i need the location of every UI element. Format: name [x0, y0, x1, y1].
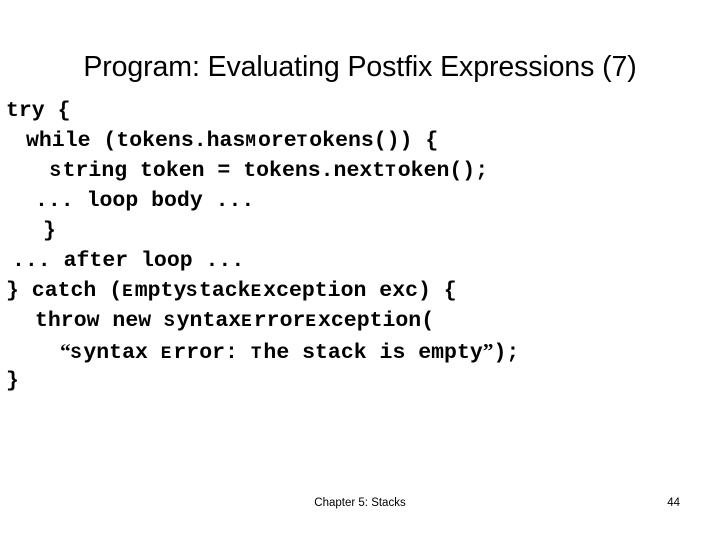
code-capital-run: T	[385, 162, 398, 182]
slide: Program: Evaluating Postfix Expressions …	[0, 0, 720, 540]
code-capital-run: E	[250, 282, 264, 302]
code-capital-run: S	[164, 312, 177, 332]
code-line: ... after loop ...	[12, 249, 245, 273]
code-capital-run: S	[186, 282, 199, 302]
code-block: try { while (tokens.hasMoreTokens()) { Str…	[0, 96, 720, 396]
code-quote-glyph: ”	[482, 339, 494, 363]
code-capital-run: S	[70, 344, 84, 364]
code-capital-run: E	[305, 312, 318, 332]
code-line: try {	[6, 99, 71, 123]
code-line: throw new SyntaxErrorException(	[35, 309, 435, 333]
page-title: Program: Evaluating Postfix Expressions …	[83, 51, 637, 83]
footer-page-number: 44	[667, 497, 680, 509]
code-quote-glyph: “	[60, 339, 71, 363]
code-capital-run: E	[241, 312, 254, 332]
code-capital-run: E	[122, 282, 135, 302]
code-line: String token = tokens.nextToken();	[50, 159, 489, 183]
code-line: } catch (EmptyStackException exc) {	[6, 279, 457, 303]
slide-footer: Chapter 5: Stacks 44	[0, 495, 720, 515]
code-capital-run: S	[50, 162, 63, 182]
code-line: “Syntax Error: The stack is empty”);	[60, 339, 520, 365]
code-capital-run: T	[250, 344, 264, 364]
footer-chapter-label: Chapter 5: Stacks	[314, 497, 406, 509]
code-line: while (tokens.hasMoreTokens()) {	[26, 129, 439, 153]
code-capital-run: T	[296, 132, 310, 152]
code-line: }	[6, 369, 19, 393]
code-capital-run: M	[245, 132, 258, 152]
code-line: ... loop body ...	[35, 189, 255, 213]
code-capital-run: E	[160, 344, 174, 364]
code-line: }	[43, 219, 56, 243]
